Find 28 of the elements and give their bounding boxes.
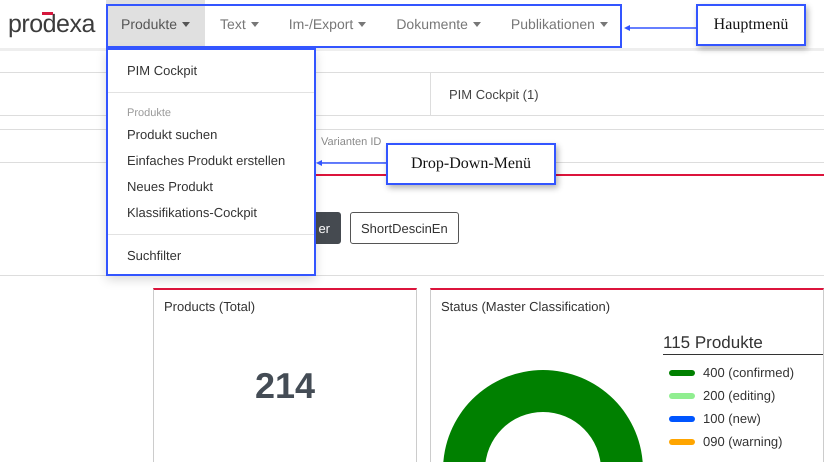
- caret-icon: [472, 22, 481, 26]
- callout-label: Hauptmenü: [696, 4, 806, 46]
- legend-label: 400 (confirmed): [703, 365, 794, 380]
- menu-item[interactable]: Im-/Export: [274, 0, 382, 48]
- menu-item[interactable]: Neues Produkt: [108, 174, 314, 200]
- caret-icon: [182, 22, 190, 26]
- menu-item[interactable]: Suchfilter: [108, 243, 314, 269]
- card-title: Status (Master Classification): [440, 298, 612, 316]
- legend-label: 090 (warning): [703, 434, 782, 449]
- menu-item[interactable]: PIM Cockpit: [108, 58, 314, 84]
- legend-label: 100 (new): [703, 411, 761, 426]
- menu-section-header: Produkte: [126, 106, 172, 121]
- total-count: 214: [254, 365, 316, 407]
- logo[interactable]: prodexa: [8, 10, 95, 38]
- menu-item[interactable]: Publikationen: [496, 0, 623, 48]
- caret-icon: [600, 22, 608, 26]
- arrow-icon: [624, 23, 696, 33]
- menu-item[interactable]: Dokumente: [381, 0, 496, 48]
- menu-item[interactable]: Klassifikations-Cockpit: [108, 200, 314, 226]
- card-title: Products (Total): [163, 298, 256, 316]
- callout-label: Drop-Down-Menü: [386, 143, 556, 185]
- menu-item[interactable]: Text: [205, 0, 274, 48]
- legend-label: 200 (editing): [703, 388, 776, 403]
- filter-button[interactable]: ShortDescinEn: [350, 212, 459, 244]
- caret-icon: [250, 22, 259, 26]
- menu-item[interactable]: Produkte: [106, 0, 206, 48]
- legend-title: 115 Produkte: [663, 333, 823, 355]
- caret-icon: [358, 22, 366, 26]
